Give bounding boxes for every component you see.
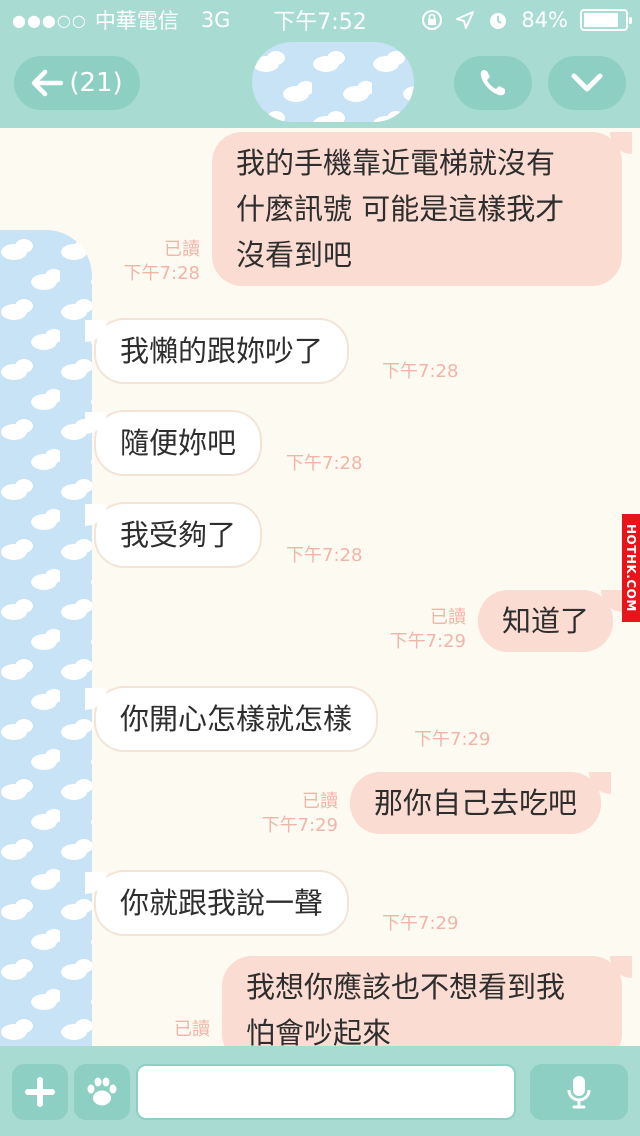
battery-percent: 84%: [521, 8, 568, 32]
read-receipt: 已讀: [164, 239, 200, 260]
watermark: HOTHK.COM: [622, 514, 640, 622]
message-line: 你就跟我說一聲: [120, 886, 324, 920]
message-time: 下午7:29: [261, 815, 338, 836]
alarm-icon: [490, 13, 507, 29]
message-meta: 已讀: [110, 1018, 210, 1042]
incoming-message-bubble[interactable]: 你就跟我說一聲: [84, 870, 350, 936]
location-arrow-icon: [456, 11, 475, 29]
carrier-name: 中華電信: [94, 9, 179, 33]
message-line: 那你自己去吃吧: [374, 786, 578, 820]
message-line: 怕會吵起來: [246, 1016, 392, 1048]
incoming-message-bubble[interactable]: 我受夠了: [84, 502, 263, 568]
call-button[interactable]: [454, 56, 532, 110]
read-receipt: 已讀: [174, 1019, 210, 1040]
incoming-message-bubble[interactable]: 你開心怎樣就怎樣: [84, 686, 379, 752]
signal-strength-icon: ●●●○○: [12, 10, 87, 30]
message-meta: 已讀 下午7:28: [100, 238, 200, 286]
message-input[interactable]: [136, 1064, 516, 1120]
message-input-bar: [0, 1046, 640, 1136]
chat-header: (21): [0, 40, 640, 128]
message-time: 下午7:28: [123, 263, 200, 284]
message-time: 下午7:29: [414, 729, 491, 750]
message-line: 隨便妳吧: [120, 426, 237, 460]
message-line: 什麼訊號 可能是這樣我才: [236, 192, 565, 226]
outgoing-message-bubble[interactable]: 那你自己去吃吧: [350, 772, 612, 834]
outgoing-message-bubble[interactable]: 我想你應該也不想看到我 怕會吵起來: [222, 956, 632, 1048]
menu-button[interactable]: [548, 56, 626, 110]
chevron-down-icon: [571, 73, 603, 92]
message-line: 知道了: [502, 604, 590, 638]
network-type: 3G: [200, 8, 231, 32]
message-meta: 已讀 下午7:29: [360, 606, 466, 654]
message-time: 下午7:28: [286, 453, 363, 474]
plus-icon: [25, 1077, 55, 1107]
message-line: 我懶的跟妳吵了: [120, 334, 324, 368]
outgoing-message-bubble[interactable]: 我的手機靠近電梯就沒有 什麼訊號 可能是這樣我才 沒看到吧: [212, 132, 632, 286]
unread-count: (21): [69, 68, 123, 98]
back-arrow-icon: [32, 69, 64, 97]
message-time: 下午7:29: [389, 631, 466, 652]
phone-icon: [480, 70, 505, 96]
message-line: 我受夠了: [120, 518, 237, 552]
sticker-button[interactable]: [74, 1064, 130, 1120]
chat-message-list[interactable]: 我的手機靠近電梯就沒有 什麼訊號 可能是這樣我才 沒看到吧 已讀 下午7:28 …: [0, 128, 640, 1048]
paw-icon: [87, 1077, 117, 1106]
read-receipt: 已讀: [430, 607, 466, 628]
microphone-icon: [567, 1076, 591, 1109]
outgoing-message-bubble[interactable]: 知道了: [478, 590, 624, 652]
redacted-avatar-area: [0, 230, 92, 1048]
incoming-message-bubble[interactable]: 我懶的跟妳吵了: [84, 318, 350, 384]
incoming-message-bubble[interactable]: 隨便妳吧: [84, 410, 263, 476]
voice-message-button[interactable]: [530, 1064, 628, 1120]
battery-level-fill: [584, 13, 618, 27]
message-line: 我想你應該也不想看到我: [246, 970, 566, 1004]
message-time: 下午7:29: [382, 913, 459, 934]
message-line: 我的手機靠近電梯就沒有: [236, 146, 556, 180]
back-button[interactable]: (21): [14, 56, 140, 110]
message-line: 沒看到吧: [236, 238, 353, 272]
message-line: 你開心怎樣就怎樣: [120, 702, 353, 736]
message-meta: 已讀 下午7:29: [228, 790, 338, 838]
rotation-lock-icon: [422, 10, 443, 30]
redacted-contact-name: [252, 42, 414, 122]
message-time: 下午7:28: [382, 361, 459, 382]
add-attachment-button[interactable]: [12, 1064, 68, 1120]
battery-icon: [580, 9, 632, 31]
message-time: 下午7:28: [286, 545, 363, 566]
status-bar: ●●●○○ 中華電信 3G 下午7:52 84%: [0, 0, 640, 40]
read-receipt: 已讀: [302, 791, 338, 812]
